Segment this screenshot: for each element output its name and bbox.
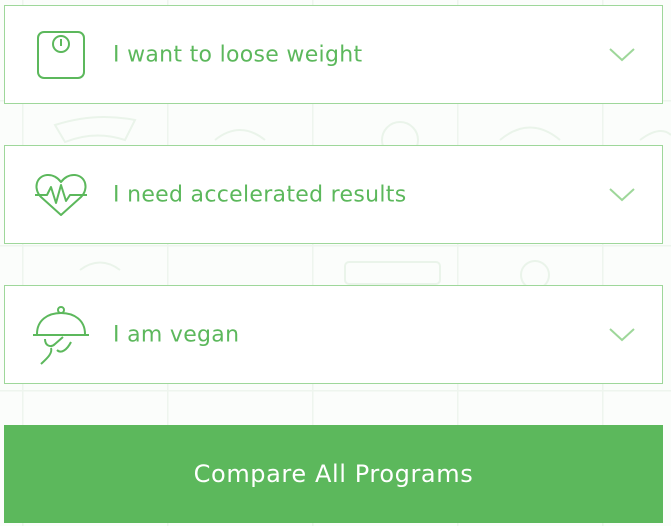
compare-all-programs-button[interactable]: Compare All Programs [4,425,663,523]
goal-option-label: I want to loose weight [113,42,363,67]
goal-option-accelerated-results[interactable]: I need accelerated results [4,145,663,244]
scale-icon [31,24,91,86]
goal-option-lose-weight[interactable]: I want to loose weight [4,5,663,104]
heart-pulse-icon [31,164,91,226]
goal-option-vegan[interactable]: I am vegan [4,285,663,384]
chevron-down-icon[interactable] [608,47,636,63]
chevron-down-icon[interactable] [608,187,636,203]
serving-cloche-icon [31,304,91,366]
goal-option-label: I need accelerated results [113,182,407,207]
goal-option-label: I am vegan [113,322,240,347]
chevron-down-icon[interactable] [608,327,636,343]
